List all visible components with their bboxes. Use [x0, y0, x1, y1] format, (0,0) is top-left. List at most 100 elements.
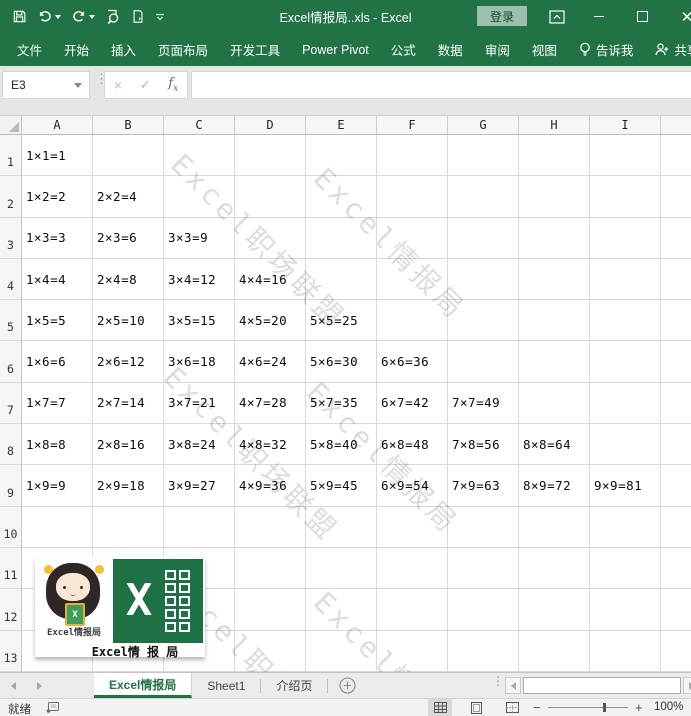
- close-button[interactable]: ✕: [674, 0, 691, 33]
- column-header-I[interactable]: I: [590, 116, 661, 134]
- print-preview-icon[interactable]: [101, 5, 125, 29]
- sheet-tab-sheet1[interactable]: Sheet1: [192, 673, 260, 698]
- row-header-1[interactable]: 1: [0, 135, 22, 177]
- row-header-7[interactable]: 7: [0, 382, 22, 425]
- normal-view-button[interactable]: [428, 699, 452, 716]
- cell-partial-3[interactable]: [661, 218, 691, 259]
- ribbon-tab-home[interactable]: 开始: [53, 33, 100, 66]
- cell-G12[interactable]: [448, 589, 519, 631]
- sheet-nav-left-icon[interactable]: [0, 673, 26, 698]
- cell-G5[interactable]: [448, 300, 519, 342]
- cell-F9[interactable]: 6×9=54: [377, 465, 448, 507]
- enter-icon[interactable]: ✓: [140, 77, 151, 93]
- cell-G4[interactable]: [448, 258, 519, 301]
- cell-C8[interactable]: 3×8=24: [164, 424, 235, 466]
- zoom-slider-track[interactable]: [548, 707, 628, 708]
- cell-H6[interactable]: [519, 341, 590, 383]
- column-header-H[interactable]: H: [519, 116, 590, 134]
- cell-C3[interactable]: 3×3=9: [164, 217, 235, 259]
- redo-button[interactable]: [67, 5, 99, 29]
- cell-A7[interactable]: 1×7=7: [22, 382, 93, 425]
- row-header-9[interactable]: 9: [0, 465, 22, 507]
- cell-B8[interactable]: 2×8=16: [93, 424, 164, 466]
- cell-E7[interactable]: 5×7=35: [306, 382, 377, 425]
- ribbon-tab-power-pivot[interactable]: Power Pivot: [291, 33, 380, 66]
- cell-C1[interactable]: [164, 135, 235, 177]
- cell-B2[interactable]: 2×2=4: [93, 176, 164, 218]
- cell-B7[interactable]: 2×7=14: [93, 382, 164, 425]
- new-sheet-button[interactable]: [328, 673, 366, 698]
- cell-I2[interactable]: [590, 176, 661, 218]
- sheet-tab-jieshaoye[interactable]: 介绍页: [261, 673, 327, 698]
- hscroll-thumb[interactable]: [523, 677, 681, 694]
- page-layout-view-button[interactable]: [464, 699, 488, 716]
- row-header-11[interactable]: 11: [0, 547, 22, 590]
- ribbon-tab-tell-me[interactable]: 告诉我: [568, 33, 645, 66]
- cell-H9[interactable]: 8×9=72: [519, 465, 590, 507]
- minimize-button[interactable]: [586, 0, 612, 33]
- cell-F4[interactable]: [377, 258, 448, 301]
- cell-C6[interactable]: 3×6=18: [164, 341, 235, 383]
- ribbon-tab-share[interactable]: 共享: [644, 33, 691, 66]
- cell-D6[interactable]: 4×6=24: [235, 341, 306, 383]
- zoom-slider-thumb[interactable]: [603, 703, 606, 712]
- cell-H5[interactable]: [519, 300, 590, 342]
- cell-I13[interactable]: [590, 630, 661, 672]
- cell-I12[interactable]: [590, 589, 661, 631]
- row-header-3[interactable]: 3: [0, 217, 22, 259]
- cell-G11[interactable]: [448, 547, 519, 590]
- zoom-out-button[interactable]: −: [533, 700, 541, 715]
- macro-record-icon[interactable]: [46, 702, 59, 716]
- cell-G1[interactable]: [448, 135, 519, 177]
- cell-G13[interactable]: [448, 630, 519, 672]
- cell-F3[interactable]: [377, 217, 448, 259]
- row-header-10[interactable]: 10: [0, 506, 22, 548]
- ribbon-tab-page-layout[interactable]: 页面布局: [147, 33, 219, 66]
- row-header-13[interactable]: 13: [0, 630, 22, 672]
- cell-H10[interactable]: [519, 506, 590, 548]
- cell-E4[interactable]: [306, 258, 377, 301]
- ribbon-tab-data[interactable]: 数据: [427, 33, 474, 66]
- row-header-12[interactable]: 12: [0, 589, 22, 631]
- cell-D3[interactable]: [235, 217, 306, 259]
- cell-partial-13[interactable]: [661, 631, 691, 672]
- cell-E1[interactable]: [306, 135, 377, 177]
- cell-D4[interactable]: 4×4=16: [235, 258, 306, 301]
- cell-C9[interactable]: 3×9=27: [164, 465, 235, 507]
- sheet-tab-excel-qingbaoju[interactable]: Excel情报局: [94, 673, 193, 698]
- cell-B5[interactable]: 2×5=10: [93, 300, 164, 342]
- cell-I3[interactable]: [590, 217, 661, 259]
- ribbon-tab-view[interactable]: 视图: [521, 33, 568, 66]
- redo-dropdown-caret[interactable]: [89, 14, 95, 19]
- column-header-B[interactable]: B: [93, 116, 164, 134]
- cell-H12[interactable]: [519, 589, 590, 631]
- zoom-level[interactable]: 100%: [654, 701, 683, 713]
- sheet-nav-right-icon[interactable]: [26, 673, 52, 698]
- cell-I8[interactable]: [590, 424, 661, 466]
- cell-F12[interactable]: [377, 589, 448, 631]
- save-icon[interactable]: [8, 5, 31, 29]
- cell-G10[interactable]: [448, 506, 519, 548]
- ribbon-display-options-icon[interactable]: [543, 0, 571, 33]
- select-all-corner[interactable]: [0, 116, 22, 134]
- formula-input[interactable]: [191, 71, 691, 99]
- cell-D1[interactable]: [235, 135, 306, 177]
- column-header-F[interactable]: F: [377, 116, 448, 134]
- cell-partial-5[interactable]: [661, 300, 691, 342]
- ribbon-tab-review[interactable]: 审阅: [474, 33, 521, 66]
- cell-partial-10[interactable]: [661, 507, 691, 548]
- cell-D8[interactable]: 4×8=32: [235, 424, 306, 466]
- cell-B3[interactable]: 2×3=6: [93, 217, 164, 259]
- cell-partial-2[interactable]: [661, 176, 691, 218]
- cell-partial-6[interactable]: [661, 341, 691, 383]
- cell-G8[interactable]: 7×8=56: [448, 424, 519, 466]
- cell-partial-8[interactable]: [661, 424, 691, 466]
- column-header-G[interactable]: G: [448, 116, 519, 134]
- cell-partial-9[interactable]: [661, 465, 691, 507]
- name-box[interactable]: E3: [2, 71, 90, 99]
- row-header-4[interactable]: 4: [0, 258, 22, 301]
- undo-dropdown-caret[interactable]: [55, 14, 61, 19]
- cell-B4[interactable]: 2×4=8: [93, 258, 164, 301]
- name-box-dropdown-icon[interactable]: [74, 82, 82, 88]
- cell-I5[interactable]: [590, 300, 661, 342]
